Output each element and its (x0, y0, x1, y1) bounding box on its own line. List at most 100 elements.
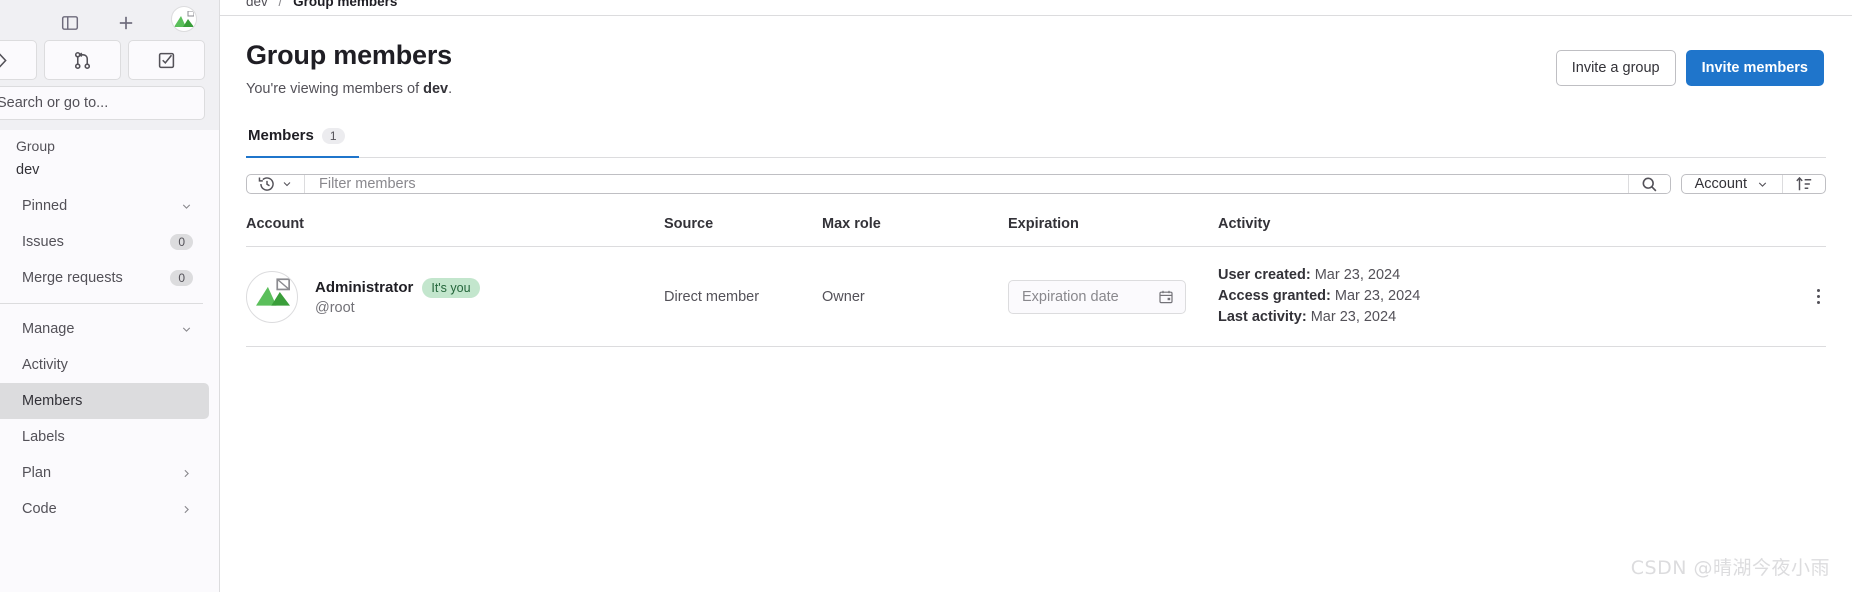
kebab-dot (1817, 295, 1820, 299)
chevron-down-icon (281, 178, 293, 190)
member-handle[interactable]: @root (315, 300, 480, 316)
search-placeholder: Search or go to... (0, 95, 109, 111)
sort-field-label: Account (1694, 176, 1747, 192)
sort-ascending-icon (1795, 175, 1813, 193)
page-subtitle-suffix: . (448, 81, 453, 97)
issues-icon[interactable] (0, 40, 37, 80)
table-header-row: Account Source Max role Expiration Activ… (246, 216, 1826, 247)
sort-group: Account (1680, 174, 1826, 194)
breadcrumb-group-link[interactable]: dev (246, 0, 268, 9)
sidebar-divider (0, 303, 203, 304)
members-table: Account Source Max role Expiration Activ… (246, 216, 1826, 348)
plus-icon[interactable] (115, 10, 137, 32)
sidebar-item-count: 0 (170, 234, 193, 250)
sidebar-item-label: Merge requests (22, 270, 123, 286)
calendar-icon (1158, 289, 1174, 305)
activity-last-activity-value: Mar 23, 2024 (1310, 309, 1397, 326)
filter-search-button[interactable] (1627, 175, 1670, 193)
expiration-date-placeholder: Expiration date (1022, 288, 1119, 305)
cell-account: Administrator It's you @root (246, 270, 664, 323)
table-row: Administrator It's you @root Direct memb… (246, 247, 1826, 348)
filter-row: Account (246, 174, 1826, 194)
sort-field-dropdown[interactable]: Account (1682, 175, 1783, 193)
filter-history-button[interactable] (247, 175, 305, 193)
page-header-actions: Invite a group Invite members (1555, 50, 1824, 86)
page-title: Group members (246, 40, 452, 70)
sidebar-context-name[interactable]: dev (0, 156, 219, 188)
cell-source: Direct member (664, 288, 760, 305)
kebab-menu-icon[interactable] (1811, 285, 1826, 308)
filter-box (246, 174, 1671, 194)
breadcrumb-current: Group members (293, 0, 398, 9)
chevron-down-icon (180, 323, 193, 336)
column-header-account: Account (246, 216, 304, 232)
cell-max-role: Owner (822, 288, 865, 305)
column-header-expiration: Expiration (1008, 216, 1079, 232)
sidebar-item-members[interactable]: Members (0, 383, 209, 419)
member-name[interactable]: Administrator (315, 279, 413, 296)
sidebar-item-code[interactable]: Code (0, 491, 209, 527)
sidebar-nav: Group dev Pinned Issues 0 Merge requests… (0, 130, 219, 592)
its-you-badge: It's you (422, 277, 480, 298)
sidebar-item-plan[interactable]: Plan (0, 455, 209, 491)
page-header-text: Group members You're viewing members of … (246, 40, 452, 97)
search-icon (1641, 176, 1658, 193)
sidebar: Search or go to... Group dev Pinned Issu… (0, 0, 220, 592)
avatar[interactable] (246, 270, 298, 323)
sidebar-group-label: Group (16, 138, 55, 154)
filter-zone: Account (220, 158, 1852, 194)
page-header: Group members You're viewing members of … (220, 16, 1852, 97)
breadcrumb: dev / Group members (246, 0, 397, 10)
todo-checkbox-icon[interactable] (128, 40, 205, 80)
activity-user-created-label: User created: (1218, 267, 1311, 283)
column-header-max-role: Max role (822, 216, 881, 232)
page-subtitle: You're viewing members of dev. (246, 81, 452, 97)
expiration-date-input[interactable]: Expiration date (1008, 279, 1186, 314)
activity-user-created-value: Mar 23, 2024 (1314, 267, 1401, 283)
tab-count-badge: 1 (321, 127, 345, 144)
kebab-dot (1817, 301, 1820, 305)
sidebar-item-issues[interactable]: Issues 0 (0, 224, 209, 260)
chevron-right-icon (180, 503, 193, 516)
activity-access-granted-label: Access granted: (1218, 288, 1331, 305)
chevron-right-icon (180, 467, 193, 480)
chevron-down-icon (180, 200, 193, 213)
sidebar-item-merge-requests[interactable]: Merge requests 0 (0, 260, 209, 296)
activity-last-activity-label: Last activity: (1218, 309, 1307, 326)
activity-user-created: User created: Mar 23, 2024 (1218, 265, 1778, 286)
page-subtitle-group: dev (423, 81, 449, 97)
tab-members[interactable]: Members 1 (246, 121, 359, 158)
sidebar-item-label: Members (22, 393, 83, 409)
cell-activity: User created: Mar 23, 2024 Access grante… (1218, 265, 1778, 328)
user-avatar-icon[interactable] (171, 6, 197, 32)
sidebar-item-label: Issues (22, 234, 64, 250)
sidebar-item-pinned[interactable]: Pinned (0, 188, 209, 224)
account-name-row: Administrator It's you (315, 277, 480, 298)
activity-access-granted: Access granted: Mar 23, 2024 (1218, 286, 1778, 307)
invite-members-button[interactable]: Invite members (1685, 50, 1824, 86)
sidebar-item-labels[interactable]: Labels (0, 419, 209, 455)
broken-image-icon (256, 277, 290, 306)
sidebar-item-label: Labels (22, 429, 65, 445)
chevron-down-icon (1756, 178, 1769, 191)
sidebar-item-label: Activity (22, 357, 68, 373)
sidebar-item-label: Manage (22, 321, 75, 337)
history-icon (258, 175, 276, 193)
sidebar-item-label: Code (22, 501, 57, 517)
merge-request-icon[interactable] (44, 40, 121, 80)
sidebar-item-manage[interactable]: Manage (0, 311, 209, 347)
sidebar-item-label: Pinned (22, 198, 68, 214)
sidebar-item-count: 0 (170, 270, 193, 286)
invite-a-group-button[interactable]: Invite a group (1555, 50, 1676, 86)
sidebar-search-wrap: Search or go to... (0, 86, 219, 130)
kebab-dot (1817, 289, 1820, 293)
column-header-source: Source (664, 216, 714, 232)
sort-direction-button[interactable] (1783, 175, 1825, 193)
filter-members-input[interactable] (305, 175, 1628, 193)
sidebar-toggle-icon[interactable] (59, 10, 81, 32)
search-input[interactable]: Search or go to... (0, 86, 205, 120)
sidebar-item-activity[interactable]: Activity (0, 347, 209, 383)
app-root: Search or go to... Group dev Pinned Issu… (0, 0, 1852, 592)
main-content: dev / Group members Group members You're… (220, 0, 1852, 592)
cell-expiration: Expiration date (1008, 279, 1218, 314)
